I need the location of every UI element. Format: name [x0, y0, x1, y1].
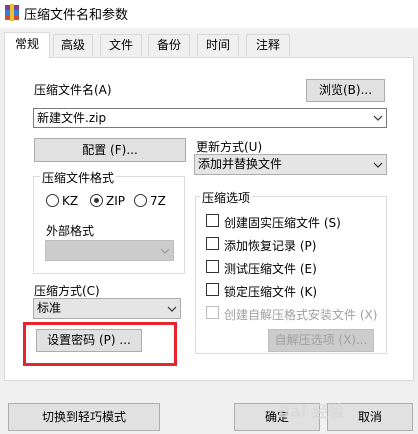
tab-label: 备份 [156, 38, 181, 52]
external-format-select[interactable] [45, 240, 174, 261]
checkbox-recovery-record[interactable] [206, 237, 219, 250]
tab-advanced[interactable]: 高级 [53, 34, 93, 56]
checkbox-solid-archive[interactable] [206, 214, 219, 227]
checkbox-lock-archive[interactable] [206, 283, 219, 296]
checkbox-lock-archive-label: 锁定压缩文件 (K) [224, 285, 318, 299]
checkbox-recovery-record-label: 添加恢复记录 (P) [224, 239, 317, 253]
winrar-icon [5, 4, 19, 21]
window-title: 压缩文件名和参数 [24, 8, 129, 23]
checkbox-test-archive-label: 测试压缩文件 (E) [224, 262, 317, 276]
tab-backup[interactable]: 备份 [148, 34, 190, 56]
checkbox-sfx-archive[interactable] [206, 306, 219, 319]
archive-name-label: 压缩文件名(A) [34, 83, 112, 97]
tab-label: 高级 [60, 38, 85, 52]
title-bar: 压缩文件名和参数 [0, 0, 418, 28]
archive-format-title: 压缩文件格式 [40, 169, 117, 186]
tab-label: 常规 [14, 37, 39, 51]
profiles-button[interactable]: 配置 (F)... [34, 138, 186, 162]
tab-comment[interactable]: 注释 [246, 34, 290, 56]
radio-zip-label: ZIP [106, 194, 125, 208]
radio-zip[interactable] [90, 194, 103, 207]
tab-label: 文件 [108, 38, 133, 52]
tab-time[interactable]: 时间 [197, 34, 239, 56]
highlight-box [23, 322, 177, 366]
tab-label: 注释 [255, 38, 280, 52]
watermark: Bai 经验 [278, 402, 345, 421]
update-mode-label: 更新方式(U) [196, 140, 263, 154]
switch-mode-button[interactable]: 切换到轻巧模式 [8, 403, 160, 431]
archive-name-value: 新建文件.zip [37, 111, 107, 125]
chevron-down-icon[interactable] [167, 306, 177, 312]
checkbox-test-archive[interactable] [206, 260, 219, 273]
checkbox-solid-archive-label: 创建固实压缩文件 (S) [224, 216, 341, 230]
compression-method-label: 压缩方式(C) [34, 284, 100, 298]
radio-7z-label: 7Z [150, 194, 166, 208]
compression-method-select[interactable]: 标准 [33, 298, 181, 319]
update-mode-value: 添加并替换文件 [198, 157, 283, 171]
checkbox-sfx-archive-label: 创建自解压格式安装文件 (X) [224, 308, 378, 322]
chevron-down-icon[interactable] [373, 162, 383, 168]
radio-kz-label: KZ [62, 194, 79, 208]
tab-general[interactable]: 常规 [4, 32, 50, 58]
chevron-down-icon[interactable] [373, 115, 383, 121]
compression-method-value: 标准 [37, 301, 62, 315]
archive-options-title: 压缩选项 [200, 189, 253, 206]
sfx-options-button[interactable]: 自解压选项 (X)... [268, 329, 374, 352]
radio-kz[interactable] [46, 194, 59, 207]
update-mode-select[interactable]: 添加并替换文件 [194, 154, 387, 175]
browse-button[interactable]: 浏览(B)... [306, 79, 385, 102]
tab-files[interactable]: 文件 [100, 34, 142, 56]
radio-7z[interactable] [134, 194, 147, 207]
archive-name-combobox[interactable]: 新建文件.zip [33, 108, 387, 128]
chevron-down-icon [160, 248, 170, 254]
external-format-label: 外部格式 [46, 224, 95, 238]
tab-label: 时间 [205, 38, 230, 52]
